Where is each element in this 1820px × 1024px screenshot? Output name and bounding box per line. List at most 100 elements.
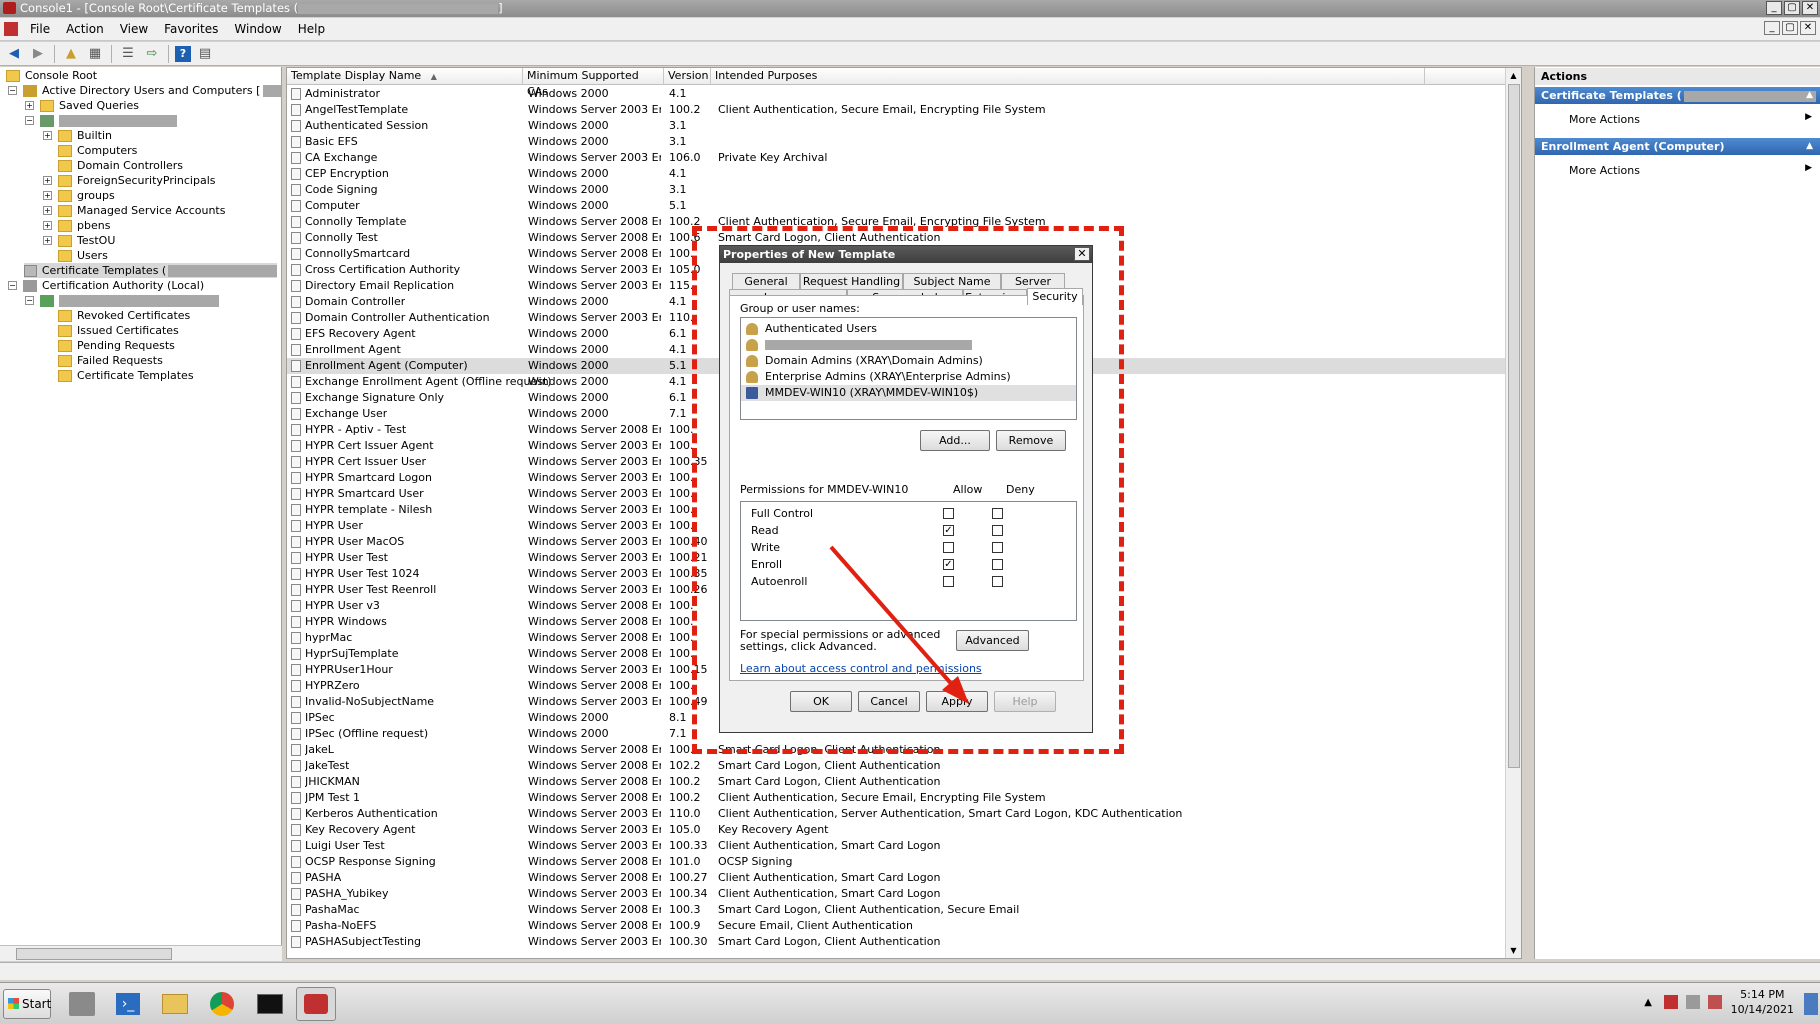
expand-toggle[interactable]: +: [25, 101, 34, 110]
collapse-toggle[interactable]: −: [8, 86, 17, 95]
table-row[interactable]: AngelTestTemplate Windows Server 2003 Ent…: [287, 102, 1521, 118]
more-actions-2[interactable]: More Actions: [1569, 163, 1640, 178]
properties-icon[interactable]: ☰: [118, 45, 138, 63]
scrollbar-thumb[interactable]: [16, 948, 172, 960]
tree-node-msa[interactable]: + Managed Service Accounts: [43, 203, 225, 218]
tree-node-fsp[interactable]: + ForeignSecurityPrincipals: [43, 173, 216, 188]
table-row[interactable]: PASHASubjectTesting Windows Server 2003 E…: [287, 934, 1521, 950]
collapse-toggle[interactable]: −: [8, 281, 17, 290]
tree-node-cert-templates[interactable]: Certificate Templates (: [24, 263, 277, 278]
tree-node-pbens[interactable]: + pbens: [43, 218, 110, 233]
table-row[interactable]: OCSP Response Signing Windows Server 2008…: [287, 854, 1521, 870]
scrollbar-thumb[interactable]: [1508, 84, 1520, 768]
volume-icon[interactable]: [1708, 995, 1722, 1009]
mdi-close-button[interactable]: ✕: [1800, 21, 1816, 35]
tree-node-revoked[interactable]: Revoked Certificates: [58, 308, 190, 323]
collapse-toggle[interactable]: −: [25, 116, 34, 125]
tree-node-failed[interactable]: Failed Requests: [58, 353, 163, 368]
action-center-icon[interactable]: [1664, 995, 1678, 1009]
show-hide-tree-icon[interactable]: ▦: [85, 45, 105, 63]
expand-toggle[interactable]: +: [43, 191, 52, 200]
forward-arrow-icon[interactable]: ▶: [28, 45, 48, 63]
tree-node-pending[interactable]: Pending Requests: [58, 338, 175, 353]
tree-node-domain[interactable]: −: [25, 113, 177, 128]
table-row[interactable]: Pasha-NoEFS Windows Server 2008 Ent... 100…: [287, 918, 1521, 934]
list-vertical-scrollbar[interactable]: ▲ ▼: [1505, 68, 1521, 958]
up-folder-icon[interactable]: ▲: [61, 45, 81, 63]
tree-node-ca[interactable]: − Certification Authority (Local): [8, 278, 204, 293]
column-header-name[interactable]: Template Display Name ▲: [287, 68, 523, 85]
menu-window[interactable]: Window: [226, 18, 289, 40]
menu-file[interactable]: File: [22, 18, 58, 40]
show-hidden-icons-icon[interactable]: ▲: [1644, 997, 1652, 1008]
close-button[interactable]: ✕: [1802, 1, 1818, 15]
actions-section-enrollment-agent[interactable]: Enrollment Agent (Computer) ▲: [1535, 138, 1820, 155]
scroll-down-icon[interactable]: ▼: [1507, 944, 1520, 957]
tree-node-issued[interactable]: Issued Certificates: [58, 323, 179, 338]
maximize-button[interactable]: ▢: [1784, 1, 1800, 15]
tree-node-domain-controllers[interactable]: Domain Controllers: [58, 158, 183, 173]
table-row[interactable]: Luigi User Test Windows Server 2003 Ent..…: [287, 838, 1521, 854]
tree-node-builtin[interactable]: + Builtin: [43, 128, 112, 143]
tree-node-ca-server[interactable]: −: [25, 293, 219, 308]
chrome-icon[interactable]: [202, 987, 242, 1021]
show-action-pane-icon[interactable]: ▤: [195, 45, 215, 63]
column-header-version[interactable]: Version: [664, 68, 711, 85]
mdi-minimize-button[interactable]: _: [1764, 21, 1780, 35]
table-row[interactable]: Key Recovery Agent Windows Server 2003 En…: [287, 822, 1521, 838]
network-icon[interactable]: [1686, 995, 1700, 1009]
menu-action[interactable]: Action: [58, 18, 112, 40]
column-header-min-ca[interactable]: Minimum Supported CAs: [523, 68, 664, 98]
table-row[interactable]: PASHA_Yubikey Windows Server 2003 Ent... 1…: [287, 886, 1521, 902]
table-row[interactable]: Computer Windows 2000 5.1: [287, 198, 1521, 214]
export-list-icon[interactable]: ⇨: [142, 45, 162, 63]
table-row[interactable]: CA Exchange Windows Server 2003 Ent... 106…: [287, 150, 1521, 166]
menu-help[interactable]: Help: [290, 18, 333, 40]
table-row[interactable]: JPM Test 1 Windows Server 2008 Ent... 100.…: [287, 790, 1521, 806]
cmd-icon[interactable]: [250, 987, 290, 1021]
expand-toggle[interactable]: +: [43, 176, 52, 185]
expand-toggle[interactable]: +: [43, 221, 52, 230]
help-icon[interactable]: ?: [175, 45, 191, 62]
table-row[interactable]: Basic EFS Windows 2000 3.1: [287, 134, 1521, 150]
menu-view[interactable]: View: [112, 18, 156, 40]
table-row[interactable]: Authenticated Session Windows 2000 3.1: [287, 118, 1521, 134]
expand-toggle[interactable]: +: [43, 236, 52, 245]
tree-node-saved-queries[interactable]: + Saved Queries: [25, 98, 139, 113]
show-desktop-icon[interactable]: [1804, 993, 1818, 1015]
start-button[interactable]: Start: [3, 989, 51, 1019]
table-row[interactable]: CEP Encryption Windows 2000 4.1: [287, 166, 1521, 182]
tree-node-users[interactable]: Users: [58, 248, 108, 263]
tree-node-testou[interactable]: + TestOU: [43, 233, 115, 248]
table-row[interactable]: JakeTest Windows Server 2008 Ent... 102.2 S…: [287, 758, 1521, 774]
tree-node-groups[interactable]: + groups: [43, 188, 115, 203]
tree-node-aduc[interactable]: − Active Directory Users and Computers [: [8, 83, 281, 98]
table-row[interactable]: PASHA Windows Server 2008 Ent... 100.27 Cli…: [287, 870, 1521, 886]
tree-horizontal-scrollbar[interactable]: [0, 945, 282, 961]
collapse-toggle[interactable]: −: [25, 296, 34, 305]
menu-favorites[interactable]: Favorites: [156, 18, 226, 40]
table-row[interactable]: PashaMac Windows Server 2008 Ent... 100.3 S…: [287, 902, 1521, 918]
table-row[interactable]: JHICKMAN Windows Server 2008 Ent... 100.2 S…: [287, 774, 1521, 790]
system-clock[interactable]: 5:14 PM 10/14/2021: [1731, 987, 1794, 1017]
table-row[interactable]: Code Signing Windows 2000 3.1: [287, 182, 1521, 198]
table-row[interactable]: Administrator Windows 2000 4.1: [287, 86, 1521, 102]
mmc-taskbar-icon[interactable]: [296, 987, 336, 1021]
mdi-maximize-button[interactable]: ▢: [1782, 21, 1798, 35]
tree-node-console-root[interactable]: Console Root: [6, 68, 97, 83]
scroll-up-icon[interactable]: ▲: [1507, 69, 1520, 82]
tab-security[interactable]: Security: [1027, 288, 1083, 305]
more-actions-1[interactable]: More Actions: [1569, 112, 1640, 127]
explorer-icon[interactable]: [155, 987, 195, 1021]
column-header-purposes[interactable]: Intended Purposes: [711, 68, 1425, 85]
expand-toggle[interactable]: +: [43, 131, 52, 140]
powershell-icon[interactable]: ›_: [108, 987, 148, 1021]
table-row[interactable]: Kerberos Authentication Windows Server 20…: [287, 806, 1521, 822]
actions-section-cert-templates[interactable]: Certificate Templates (▲: [1535, 87, 1820, 104]
tree-node-ca-templates[interactable]: Certificate Templates: [58, 368, 194, 383]
back-arrow-icon[interactable]: ◀: [4, 45, 24, 63]
expand-toggle[interactable]: +: [43, 206, 52, 215]
server-manager-icon[interactable]: [62, 987, 102, 1021]
minimize-button[interactable]: _: [1766, 1, 1782, 15]
tree-node-computers[interactable]: Computers: [58, 143, 137, 158]
